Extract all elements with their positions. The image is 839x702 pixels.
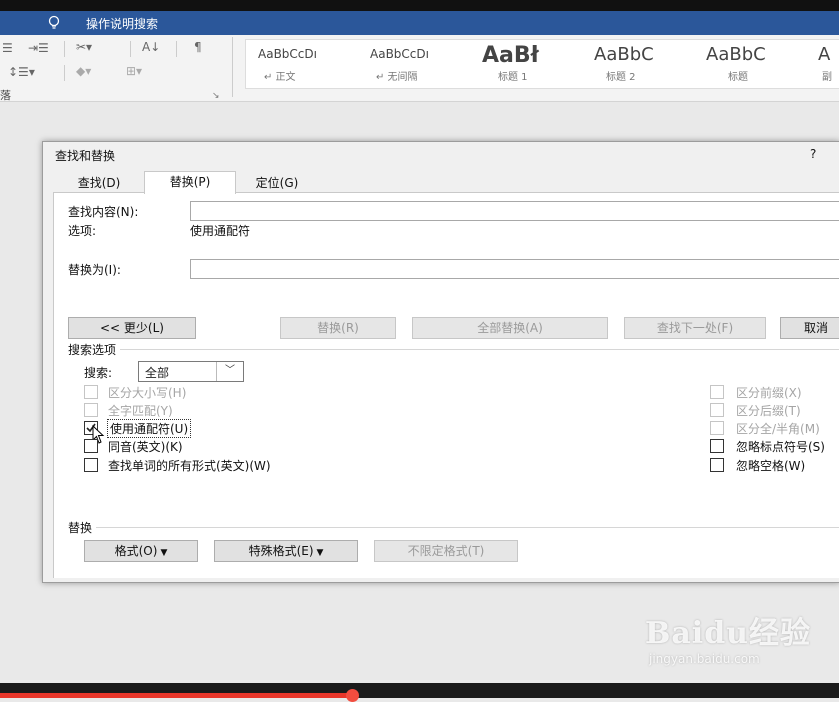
match-prefix-label: 区分前缀(X) bbox=[736, 386, 802, 400]
match-prefix-checkbox[interactable] bbox=[710, 385, 724, 399]
match-case-checkbox[interactable] bbox=[84, 385, 98, 399]
replace-with-input[interactable] bbox=[190, 259, 839, 279]
dialog-title: 查找和替换 bbox=[55, 149, 116, 163]
search-options-title: 搜索选项 bbox=[68, 341, 121, 358]
ignore-punctuation-label: 忽略标点符号(S) bbox=[736, 440, 825, 454]
match-width-checkbox[interactable] bbox=[710, 421, 724, 435]
find-what-input[interactable] bbox=[190, 201, 839, 221]
progress-knob[interactable] bbox=[346, 689, 360, 702]
replace-all-button[interactable]: 全部替换(A) bbox=[412, 317, 608, 339]
help-button[interactable]: ? bbox=[810, 147, 816, 161]
format-painter-icon[interactable]: ✂▾ bbox=[76, 40, 92, 54]
style-no-spacing[interactable]: AaBbCcDı ↵ 无间隔 bbox=[358, 40, 468, 88]
options-label: 选项: bbox=[68, 224, 97, 238]
all-word-forms-checkbox[interactable] bbox=[84, 458, 98, 472]
baidu-watermark: Baidu经验 jingyan.baidu.com bbox=[645, 616, 811, 666]
dropdown-arrow-icon: ▼ bbox=[316, 548, 324, 558]
tab-find[interactable]: 查找(D) bbox=[61, 173, 137, 193]
options-value: 使用通配符 bbox=[190, 224, 251, 238]
format-button[interactable]: 格式(O) ▼ bbox=[84, 540, 198, 562]
search-direction-label: 搜索: bbox=[84, 366, 113, 380]
find-next-button[interactable]: 查找下一处(F) bbox=[624, 317, 766, 339]
video-top-letterbox bbox=[0, 0, 839, 11]
cancel-button[interactable]: 取消 bbox=[780, 317, 839, 339]
replace-tab-panel: 查找内容(N): 选项: 使用通配符 替换为(I): << 更少(L) 替换(R… bbox=[53, 192, 839, 578]
style-heading-1[interactable]: AaBł 标题 1 bbox=[470, 40, 580, 88]
borders-icon[interactable]: ⊞▾ bbox=[126, 64, 142, 78]
find-what-label: 查找内容(N): bbox=[68, 205, 139, 219]
word-title-bar: 操作说明搜索 bbox=[0, 11, 839, 35]
ignore-punctuation-checkbox[interactable] bbox=[710, 439, 724, 453]
sounds-like-label: 同音(英文)(K) bbox=[108, 440, 183, 454]
match-suffix-label: 区分后缀(T) bbox=[736, 404, 801, 418]
sort-icon[interactable]: A↓ bbox=[142, 40, 160, 54]
ribbon: ☰ ⇥☰ ✂▾ A↓ ¶ ↕☰▾ ◆▾ ⊞▾ 落 ↘ AaBbCcDı ↵ 正文… bbox=[0, 35, 839, 102]
paragraph-group-label: 落 bbox=[0, 89, 11, 102]
lightbulb-icon[interactable] bbox=[46, 15, 62, 31]
match-case-label: 区分大小写(H) bbox=[108, 386, 187, 400]
no-formatting-button[interactable]: 不限定格式(T) bbox=[374, 540, 518, 562]
style-subtitle[interactable]: A 副 bbox=[806, 40, 839, 88]
match-suffix-checkbox[interactable] bbox=[710, 403, 724, 417]
whole-word-checkbox[interactable] bbox=[84, 403, 98, 417]
chevron-down-icon: ﹀ bbox=[216, 362, 243, 381]
ignore-whitespace-label: 忽略空格(W) bbox=[736, 459, 806, 473]
find-replace-dialog: 查找和替换 ? 查找(D) 替换(P) 定位(G) 查找内容(N): 选项: 使… bbox=[42, 141, 839, 583]
style-normal[interactable]: AaBbCcDı ↵ 正文 bbox=[246, 40, 356, 88]
sounds-like-checkbox[interactable] bbox=[84, 439, 98, 453]
show-marks-icon[interactable]: ¶ bbox=[194, 40, 202, 54]
style-heading-2[interactable]: AaBbC 标题 2 bbox=[582, 40, 692, 88]
dialog-launcher-icon[interactable]: ↘ bbox=[212, 91, 220, 101]
match-width-label: 区分全/半角(M) bbox=[736, 422, 820, 436]
replace-with-label: 替换为(I): bbox=[68, 263, 121, 277]
ignore-whitespace-checkbox[interactable] bbox=[710, 458, 724, 472]
dropdown-arrow-icon: ▼ bbox=[160, 548, 168, 558]
replace-button[interactable]: 替换(R) bbox=[280, 317, 396, 339]
all-word-forms-label: 查找单词的所有形式(英文)(W) bbox=[108, 459, 271, 473]
indent-icon[interactable]: ⇥☰ bbox=[28, 41, 49, 55]
special-button[interactable]: 特殊格式(E) ▼ bbox=[214, 540, 358, 562]
search-direction-select[interactable]: 全部 ﹀ bbox=[138, 361, 244, 382]
shading-icon[interactable]: ◆▾ bbox=[76, 64, 91, 78]
align-icon[interactable]: ☰ bbox=[2, 41, 13, 55]
less-button[interactable]: << 更少(L) bbox=[68, 317, 196, 339]
progress-fill bbox=[0, 693, 353, 698]
replace-section-title: 替换 bbox=[68, 519, 97, 536]
styles-gallery: AaBbCcDı ↵ 正文 AaBbCcDı ↵ 无间隔 AaBł 标题 1 A… bbox=[245, 39, 839, 89]
line-spacing-icon[interactable]: ↕☰▾ bbox=[8, 65, 35, 79]
tell-me-search[interactable]: 操作说明搜索 bbox=[86, 15, 158, 32]
style-title[interactable]: AaBbC 标题 bbox=[694, 40, 804, 88]
video-progress-bar[interactable] bbox=[0, 683, 839, 702]
use-wildcards-label: 使用通配符(U) bbox=[106, 419, 192, 438]
tab-replace[interactable]: 替换(P) bbox=[144, 171, 236, 194]
whole-word-label: 全字匹配(Y) bbox=[108, 404, 173, 418]
tab-goto[interactable]: 定位(G) bbox=[239, 173, 315, 193]
